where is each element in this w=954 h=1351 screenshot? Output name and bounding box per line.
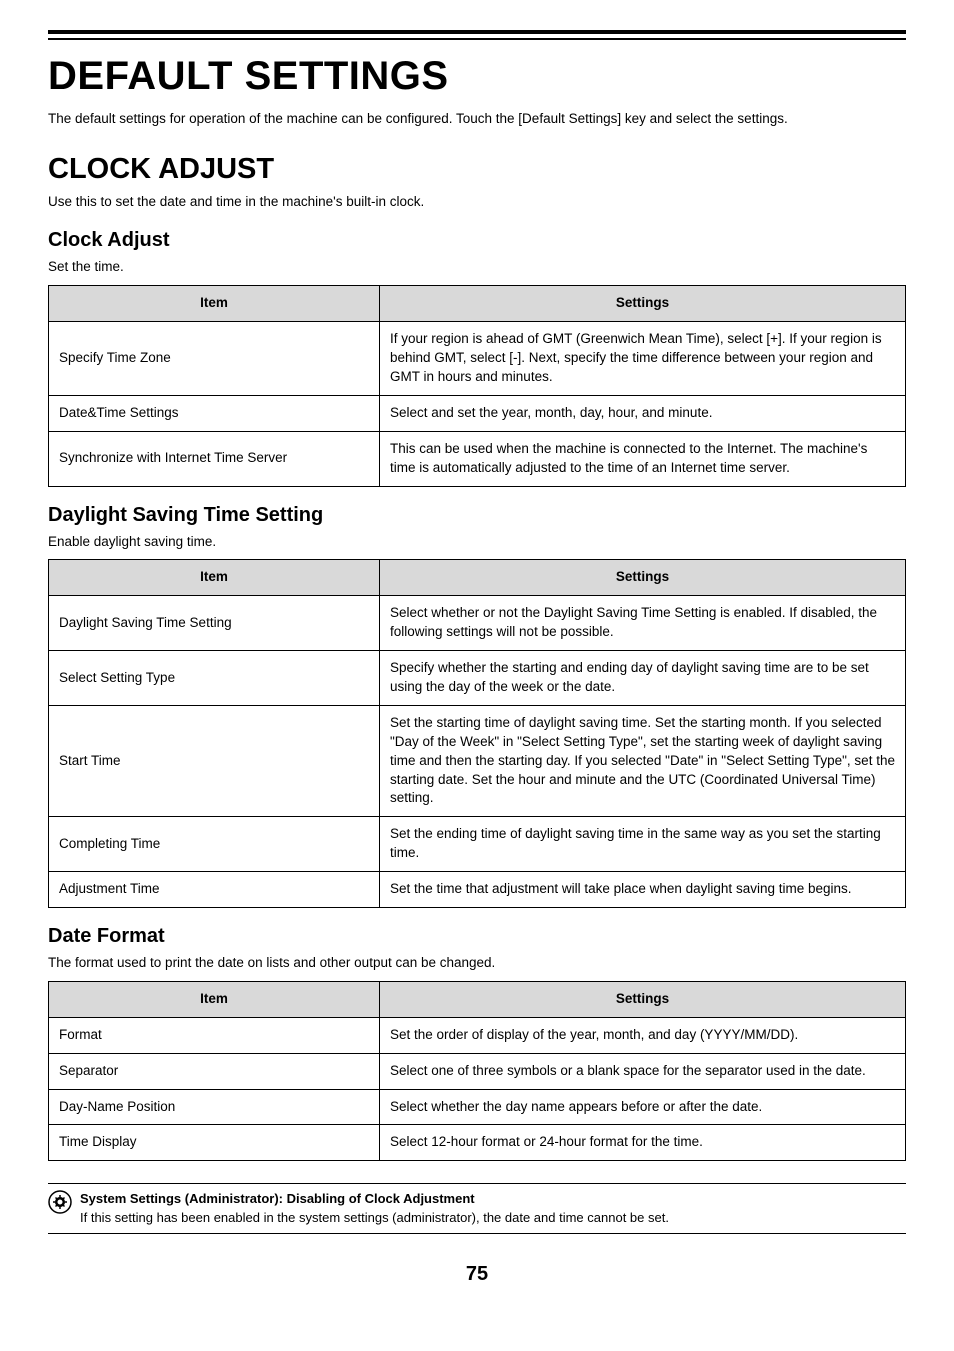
note-box: System Settings (Administrator): Disabli… <box>48 1183 906 1233</box>
cell-settings: Select one of three symbols or a blank s… <box>380 1053 906 1089</box>
dateformat-heading: Date Format <box>48 922 906 950</box>
cell-item: Daylight Saving Time Setting <box>49 596 380 651</box>
table-header-settings: Settings <box>380 560 906 596</box>
table-row: Select Setting Type Specify whether the … <box>49 651 906 706</box>
table-header-settings: Settings <box>380 286 906 322</box>
page-title: DEFAULT SETTINGS <box>48 48 906 104</box>
cell-settings: If your region is ahead of GMT (Greenwic… <box>380 322 906 396</box>
section-clock-adjust-title: CLOCK ADJUST <box>48 149 906 190</box>
table-header-settings: Settings <box>380 981 906 1017</box>
top-rule <box>48 30 906 40</box>
cell-settings: Select and set the year, month, day, hou… <box>380 395 906 431</box>
table-row: Day-Name Position Select whether the day… <box>49 1089 906 1125</box>
daylight-table: Item Settings Daylight Saving Time Setti… <box>48 559 906 908</box>
cell-settings: Select whether the day name appears befo… <box>380 1089 906 1125</box>
clock-adjust-caption: Set the time. <box>48 258 906 277</box>
cell-settings: Set the starting time of daylight saving… <box>380 705 906 816</box>
table-row: Daylight Saving Time Setting Select whet… <box>49 596 906 651</box>
clock-adjust-heading: Clock Adjust <box>48 226 906 254</box>
note-text: System Settings (Administrator): Disabli… <box>80 1190 669 1226</box>
cell-item: Start Time <box>49 705 380 816</box>
cell-settings: Select 12-hour format or 24-hour format … <box>380 1125 906 1161</box>
page-number: 75 <box>48 1260 906 1288</box>
table-row: Adjustment Time Set the time that adjust… <box>49 872 906 908</box>
cell-item: Date&Time Settings <box>49 395 380 431</box>
table-row: Specify Time Zone If your region is ahea… <box>49 322 906 396</box>
cell-item: Synchronize with Internet Time Server <box>49 431 380 486</box>
daylight-caption: Enable daylight saving time. <box>48 533 906 552</box>
cell-item: Select Setting Type <box>49 651 380 706</box>
dateformat-table: Item Settings Format Set the order of di… <box>48 981 906 1161</box>
daylight-heading: Daylight Saving Time Setting <box>48 501 906 529</box>
table-header-item: Item <box>49 560 380 596</box>
table-header-item: Item <box>49 981 380 1017</box>
table-row: Synchronize with Internet Time Server Th… <box>49 431 906 486</box>
cell-item: Specify Time Zone <box>49 322 380 396</box>
note-title: System Settings (Administrator): Disabli… <box>80 1191 475 1206</box>
table-row: Date&Time Settings Select and set the ye… <box>49 395 906 431</box>
dateformat-caption: The format used to print the date on lis… <box>48 954 906 973</box>
cell-settings: Set the ending time of daylight saving t… <box>380 817 906 872</box>
cell-item: Time Display <box>49 1125 380 1161</box>
cell-settings: This can be used when the machine is con… <box>380 431 906 486</box>
cell-item: Format <box>49 1017 380 1053</box>
section-clock-adjust-intro: Use this to set the date and time in the… <box>48 193 906 212</box>
table-row: Completing Time Set the ending time of d… <box>49 817 906 872</box>
table-row: Format Set the order of display of the y… <box>49 1017 906 1053</box>
table-header-item: Item <box>49 286 380 322</box>
note-body: If this setting has been enabled in the … <box>80 1210 669 1225</box>
cell-item: Completing Time <box>49 817 380 872</box>
cell-item: Adjustment Time <box>49 872 380 908</box>
table-row: Time Display Select 12-hour format or 24… <box>49 1125 906 1161</box>
page-intro: The default settings for operation of th… <box>48 110 906 129</box>
clock-adjust-table: Item Settings Specify Time Zone If your … <box>48 285 906 486</box>
table-row: Separator Select one of three symbols or… <box>49 1053 906 1089</box>
cell-settings: Select whether or not the Daylight Savin… <box>380 596 906 651</box>
cell-settings: Specify whether the starting and ending … <box>380 651 906 706</box>
cell-settings: Set the time that adjustment will take p… <box>380 872 906 908</box>
cell-item: Day-Name Position <box>49 1089 380 1125</box>
cell-item: Separator <box>49 1053 380 1089</box>
cell-settings: Set the order of display of the year, mo… <box>380 1017 906 1053</box>
settings-gear-icon <box>48 1190 72 1214</box>
table-row: Start Time Set the starting time of dayl… <box>49 705 906 816</box>
